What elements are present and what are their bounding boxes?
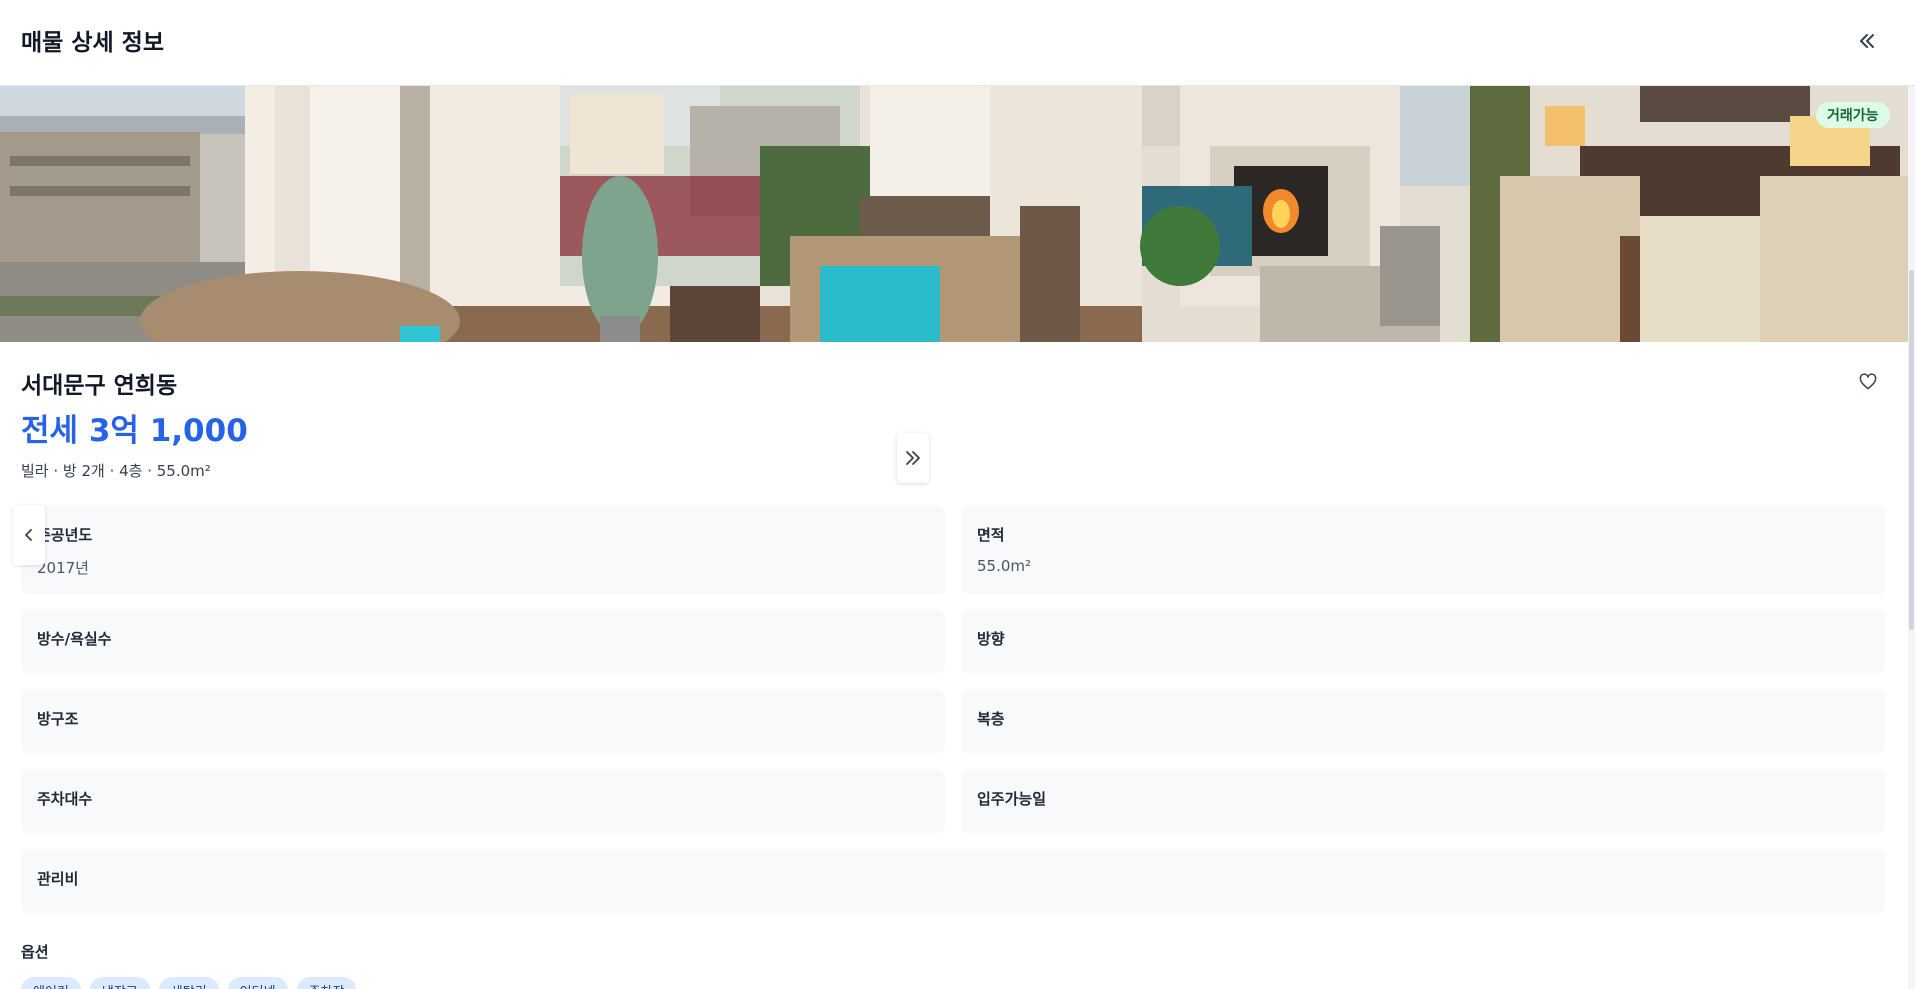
photo-living-room (1140, 86, 1908, 342)
chevron-left-icon (25, 529, 32, 541)
detail-card-duplex: 복층 (961, 690, 1885, 753)
option-chip: 냉장고 (89, 977, 150, 989)
expand-panel-button[interactable] (897, 433, 929, 483)
heart-icon (1859, 373, 1877, 390)
status-badge: 거래가능 (1816, 102, 1890, 128)
option-chip: 세탁기 (158, 977, 219, 989)
option-chip: 에어컨 (21, 977, 81, 989)
detail-card-parking: 주차대수 (21, 770, 945, 833)
detail-label: 면적 (977, 526, 1005, 544)
detail-label: 방구조 (37, 710, 79, 728)
page-title: 매물 상세 정보 (21, 30, 164, 56)
detail-card-built-year: 준공년도 2017년 (21, 506, 945, 594)
detail-card-rooms-baths: 방수/욕실수 (21, 610, 945, 673)
detail-label: 방향 (977, 630, 1005, 648)
options-list: 에어컨 냉장고 세탁기 인터넷 주차장 (21, 977, 357, 989)
option-chip: 주차장 (296, 977, 357, 989)
listing-summary: 빌라 · 방 2개 · 4층 · 55.0m² (21, 462, 211, 480)
detail-card-direction: 방향 (961, 610, 1885, 673)
detail-card-area: 면적 55.0m² (961, 506, 1885, 594)
favorite-button[interactable] (1856, 370, 1880, 394)
detail-label: 입주가능일 (977, 790, 1047, 808)
detail-label: 방수/욕실수 (37, 630, 112, 648)
options-title: 옵션 (21, 943, 49, 961)
photo-balcony (0, 86, 1150, 342)
detail-card-maintenance-fee: 관리비 (21, 850, 1885, 913)
detail-label: 준공년도 (37, 526, 93, 544)
double-chevron-left-icon (1860, 34, 1874, 48)
photo-gallery[interactable] (0, 86, 1908, 342)
double-chevron-right-icon (906, 451, 920, 465)
detail-header: 매물 상세 정보 (0, 0, 1915, 86)
collapse-panel-button[interactable] (1852, 26, 1882, 56)
detail-label: 주차대수 (37, 790, 93, 808)
detail-card-move-in-date: 입주가능일 (961, 770, 1885, 833)
option-chip: 인터넷 (227, 977, 288, 989)
listing-detail-page: 매물 상세 정보 거래가능 서대문구 연희동 전세 3억 1,000 빌라 · … (0, 0, 1915, 989)
listing-price: 전세 3억 1,000 (21, 413, 248, 449)
detail-value: 55.0m² (977, 557, 1032, 575)
listing-district: 서대문구 연희동 (21, 373, 178, 399)
detail-card-room-structure: 방구조 (21, 690, 945, 753)
previous-button[interactable] (13, 505, 45, 565)
detail-label: 복층 (977, 710, 1005, 728)
detail-label: 관리비 (37, 870, 79, 888)
listing-photos (0, 86, 1908, 342)
scrollbar-thumb[interactable] (1909, 270, 1914, 630)
